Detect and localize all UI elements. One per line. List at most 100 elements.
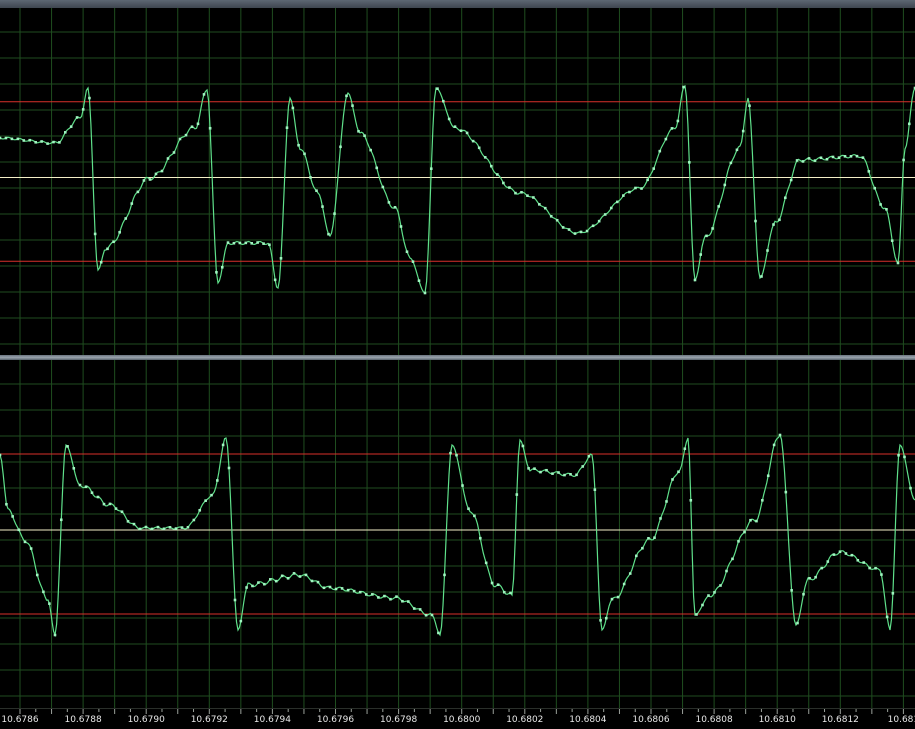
sample-point	[508, 186, 511, 189]
sample-point	[273, 278, 277, 282]
sample-point	[220, 265, 224, 269]
sample-point	[144, 525, 148, 529]
sample-point	[148, 178, 152, 181]
sample-point	[731, 557, 734, 561]
sample-point	[112, 240, 115, 244]
sample-point	[665, 500, 668, 503]
sample-point	[772, 443, 776, 447]
sample-point	[832, 553, 836, 556]
sample-point	[831, 155, 835, 159]
sample-point	[180, 526, 184, 529]
sample-point	[34, 140, 37, 144]
sample-point	[670, 127, 674, 130]
window-top-bar	[0, 0, 915, 8]
sample-point	[849, 155, 853, 158]
sample-point	[520, 190, 523, 194]
sample-point	[443, 573, 446, 577]
sample-point	[251, 584, 254, 588]
sample-point	[539, 470, 542, 474]
sample-point	[215, 271, 218, 274]
sample-point	[256, 241, 259, 244]
sample-point	[563, 473, 566, 477]
sample-point	[719, 584, 722, 587]
sample-point	[575, 473, 578, 477]
sample-point	[303, 152, 306, 156]
waveform-channel-1[interactable]	[0, 8, 915, 355]
sample-point	[351, 104, 354, 107]
sample-point	[737, 539, 740, 543]
sample-point	[184, 133, 188, 137]
sample-point	[489, 164, 493, 168]
sample-point	[192, 518, 196, 522]
sample-point	[807, 157, 811, 160]
sample-point	[174, 527, 178, 530]
sample-point	[447, 117, 451, 121]
sample-point	[114, 507, 118, 510]
sample-point	[902, 158, 905, 162]
sample-point	[599, 619, 602, 622]
sample-point	[88, 96, 91, 100]
sample-point	[245, 586, 248, 589]
sample-point	[483, 156, 487, 159]
sample-point	[357, 129, 360, 133]
sample-point	[291, 106, 295, 110]
time-ruler[interactable]: 10.6786 10.6788 10.6790 10.6792 10.6794 10.67…	[0, 708, 915, 729]
sample-point	[682, 85, 685, 89]
sample-point	[369, 148, 372, 152]
waveform-channel-2[interactable]	[0, 360, 915, 708]
sample-point	[484, 561, 488, 565]
sample-point	[772, 223, 775, 226]
sample-point	[333, 212, 336, 215]
sample-point	[868, 566, 871, 570]
sample-point	[766, 474, 770, 478]
waveform-trace	[0, 433, 915, 638]
sample-point	[658, 149, 662, 153]
sample-point	[790, 589, 793, 592]
sample-point	[292, 572, 296, 575]
sample-point	[393, 206, 397, 209]
ruler-tick-label: 10.6798	[379, 715, 418, 725]
waveform-channel-2-plot	[0, 360, 915, 708]
sample-point	[867, 170, 871, 173]
sample-point	[837, 156, 841, 159]
ruler-tick-label: 10.6804	[569, 715, 607, 725]
sample-point	[90, 491, 94, 494]
sample-point	[749, 518, 752, 522]
sample-point	[399, 225, 403, 228]
sample-point	[364, 593, 368, 596]
sample-point	[72, 467, 76, 470]
sample-point	[46, 142, 49, 145]
sample-point	[304, 573, 308, 577]
sample-point	[363, 134, 366, 138]
ruler-tick-label: 10.6812	[821, 715, 859, 725]
sample-point	[449, 451, 452, 455]
sample-point	[285, 126, 289, 129]
sample-point	[168, 526, 172, 529]
sample-point	[226, 241, 230, 244]
sample-point	[610, 597, 614, 601]
sample-point	[0, 136, 2, 140]
sample-point	[17, 528, 21, 532]
sample-point	[81, 108, 85, 111]
sample-point	[268, 243, 271, 247]
sample-point	[891, 592, 895, 595]
sample-point	[156, 525, 160, 529]
sample-point	[11, 515, 14, 518]
sample-point	[707, 594, 710, 597]
sample-point	[502, 590, 506, 594]
sample-point	[328, 585, 332, 589]
ruler-tick-label: 10.6790	[127, 715, 165, 725]
sample-point	[801, 160, 805, 163]
sample-point	[567, 228, 571, 231]
sample-point	[461, 484, 464, 487]
sample-point	[286, 576, 290, 580]
sample-point	[297, 143, 300, 147]
sample-point	[907, 122, 911, 126]
sample-point	[885, 615, 889, 619]
sample-point	[118, 230, 121, 234]
sample-point	[244, 241, 248, 245]
sample-point	[395, 595, 398, 598]
sample-point	[232, 241, 236, 245]
sample-point	[334, 587, 338, 591]
sample-point	[652, 167, 655, 170]
